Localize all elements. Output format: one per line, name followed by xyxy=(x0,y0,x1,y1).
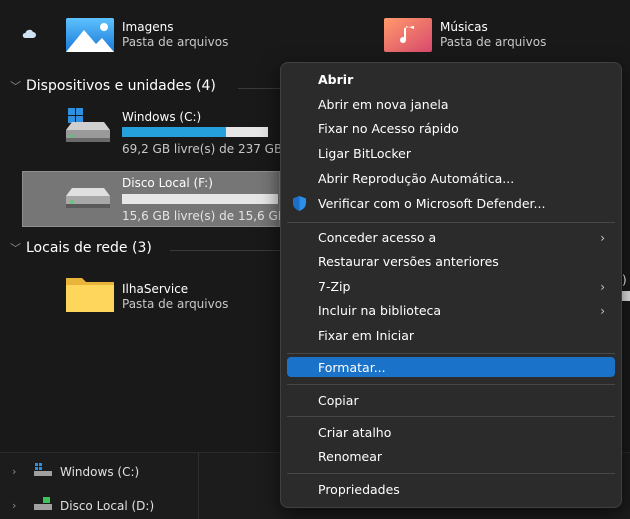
menu-item-label: Restaurar versões anteriores xyxy=(318,254,499,269)
drive-f[interactable]: Disco Local (F:) 15,6 GB livre(s) de 15,… xyxy=(60,172,286,226)
nav-item-label: Windows (C:) xyxy=(60,464,140,479)
group-divider xyxy=(238,88,280,89)
menu-item-renomear[interactable]: Renomear xyxy=(287,445,615,468)
menu-item-label: Abrir xyxy=(318,72,354,87)
menu-item-label: Fixar no Acesso rápido xyxy=(318,121,459,136)
windows-drive-icon xyxy=(64,108,110,151)
folder-imagens[interactable]: Imagens Pasta de arquivos xyxy=(66,14,228,57)
chevron-right-icon: › xyxy=(12,499,17,512)
drive-icon xyxy=(34,497,52,514)
chevron-right-icon: › xyxy=(600,303,605,318)
shield-icon xyxy=(293,196,306,214)
cloud-icon xyxy=(22,28,36,42)
menu-item-fixar-iniciar[interactable]: Fixar em Iniciar xyxy=(287,324,615,347)
menu-item-label: Criar atalho xyxy=(318,425,392,440)
menu-item-label: Abrir Reprodução Automática... xyxy=(318,171,515,186)
folder-sub: Pasta de arquivos xyxy=(122,35,229,49)
folder-sub: Pasta de arquivos xyxy=(440,35,547,49)
chevron-right-icon: › xyxy=(600,230,605,245)
menu-item-label: Verificar com o Microsoft Defender... xyxy=(318,196,546,211)
group-devices-header[interactable]: ﹀ Dispositivos e unidades (4) xyxy=(10,78,216,94)
menu-item-7zip[interactable]: 7-Zip › xyxy=(287,275,615,298)
menu-item-propriedades[interactable]: Propriedades xyxy=(287,478,615,501)
menu-item-label: Propriedades xyxy=(318,482,400,497)
menu-item-label: Conceder acesso a xyxy=(318,230,437,245)
windows-drive-icon xyxy=(34,463,52,480)
context-menu: Abrir Abrir em nova janela Fixar no Aces… xyxy=(280,62,622,508)
folder-icon xyxy=(66,274,114,317)
folder-sub: Pasta de arquivos xyxy=(122,297,229,311)
menu-item-reproducao-automatica[interactable]: Abrir Reprodução Automática... xyxy=(287,167,615,190)
pictures-folder-icon xyxy=(66,14,114,57)
drive-label: Windows (C:) xyxy=(122,110,202,124)
folder-label: IlhaService xyxy=(122,282,189,296)
drive-usage-bar xyxy=(122,194,278,204)
menu-item-abrir-nova-janela[interactable]: Abrir em nova janela xyxy=(287,93,615,116)
menu-separator xyxy=(287,416,615,417)
folder-musicas[interactable]: Músicas Pasta de arquivos xyxy=(384,14,546,57)
menu-item-label: Abrir em nova janela xyxy=(318,97,449,112)
menu-item-ligar-bitlocker[interactable]: Ligar BitLocker xyxy=(287,142,615,165)
chevron-down-icon: ﹀ xyxy=(10,242,21,255)
drive-free-text: 15,6 GB livre(s) de 15,6 GB xyxy=(122,209,287,223)
menu-item-label: Incluir na biblioteca xyxy=(318,303,442,318)
chevron-down-icon: ﹀ xyxy=(10,80,21,93)
menu-item-formatar[interactable]: Formatar... xyxy=(287,357,615,377)
menu-separator xyxy=(287,384,615,385)
menu-item-label: Copiar xyxy=(318,393,359,408)
nav-item-windows-c[interactable]: › Windows (C:) xyxy=(12,463,139,480)
nav-item-disco-d[interactable]: › Disco Local (D:) xyxy=(12,497,154,514)
menu-separator xyxy=(287,473,615,474)
menu-item-verificar-defender[interactable]: Verificar com o Microsoft Defender... xyxy=(287,192,615,215)
folder-label: Imagens xyxy=(122,20,174,34)
group-label: Locais de rede (3) xyxy=(26,240,152,256)
menu-item-abrir[interactable]: Abrir xyxy=(287,68,615,91)
nav-divider xyxy=(198,453,199,519)
nav-item-label: Disco Local (D:) xyxy=(60,498,155,513)
group-network-header[interactable]: ﹀ Locais de rede (3) xyxy=(10,240,152,256)
drive-label: Disco Local (F:) xyxy=(122,176,213,190)
menu-separator xyxy=(287,222,615,223)
network-item-ilhaservice[interactable]: IlhaService Pasta de arquivos xyxy=(66,274,228,317)
menu-item-fixar-acesso-rapido[interactable]: Fixar no Acesso rápido xyxy=(287,117,615,140)
group-label: Dispositivos e unidades (4) xyxy=(26,78,216,94)
menu-item-restaurar-versoes[interactable]: Restaurar versões anteriores xyxy=(287,250,615,273)
group-divider xyxy=(170,250,280,251)
drive-usage-fill xyxy=(122,127,226,137)
menu-item-label: 7-Zip xyxy=(318,279,351,294)
menu-item-label: Ligar BitLocker xyxy=(318,146,411,161)
menu-separator xyxy=(287,353,615,354)
menu-item-incluir-biblioteca[interactable]: Incluir na biblioteca › xyxy=(287,299,615,322)
drive-c[interactable]: Windows (C:) 69,2 GB livre(s) de 237 GB xyxy=(60,104,282,162)
menu-item-label: Renomear xyxy=(318,449,383,464)
menu-item-label: Formatar... xyxy=(318,359,386,375)
drive-icon xyxy=(64,186,110,215)
menu-item-conceder-acesso[interactable]: Conceder acesso a › xyxy=(287,226,615,249)
music-folder-icon xyxy=(384,14,432,57)
folder-label: Músicas xyxy=(440,20,488,34)
drive-free-text: 69,2 GB livre(s) de 237 GB xyxy=(122,142,283,156)
menu-item-copiar[interactable]: Copiar xyxy=(287,389,615,412)
chevron-right-icon: › xyxy=(12,465,17,478)
drive-usage-bar xyxy=(122,127,268,137)
hidden-drive-bar xyxy=(622,291,630,301)
menu-item-criar-atalho[interactable]: Criar atalho xyxy=(287,421,615,444)
chevron-right-icon: › xyxy=(600,279,605,294)
hidden-drive-label-fragment: ) xyxy=(622,273,627,287)
menu-item-label: Fixar em Iniciar xyxy=(318,328,414,343)
